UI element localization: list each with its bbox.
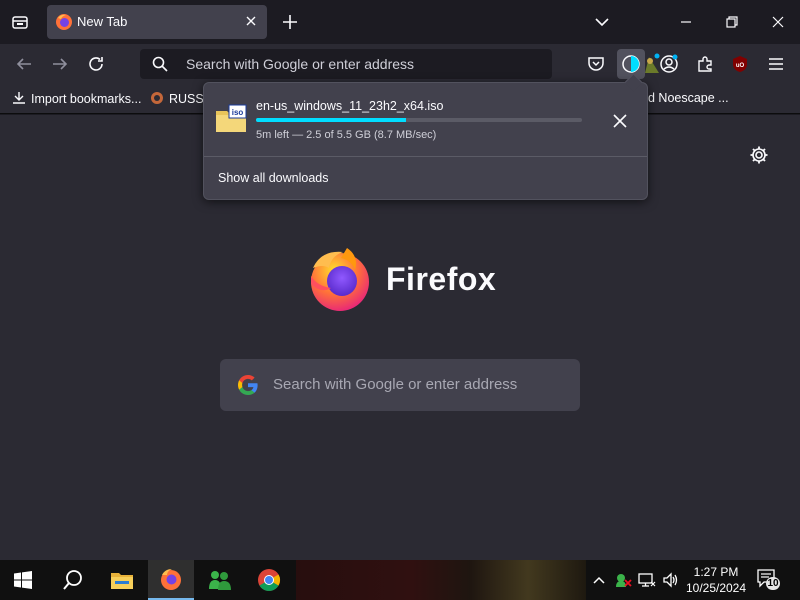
windows-taskbar: 1:27 PM 10/25/2024 10 [0,560,800,600]
taskbar-background [296,560,586,600]
restore-icon [726,16,738,28]
bookmark-import-label: Import bookmarks... [31,92,142,106]
bookmark-item-russi[interactable]: RUSSI [150,91,207,106]
taskbar-messenger[interactable] [197,560,243,600]
notification-count-badge: 10 [766,577,780,590]
messenger-icon [209,571,231,590]
bookmark-label: d Noescape ... [648,91,729,105]
pocket-icon [588,57,604,71]
tab-new-tab[interactable]: New Tab [47,5,267,39]
bookmark-label: RUSSI [169,92,208,106]
app-menu-button[interactable] [764,52,788,76]
downloads-icon [622,55,640,73]
puzzle-icon [698,56,712,72]
restore-button[interactable] [722,12,742,32]
chevron-up-icon [593,576,605,584]
start-button[interactable] [0,560,46,600]
svg-text:uO: uO [736,63,745,69]
import-icon [13,92,25,104]
account-icon [660,54,678,73]
show-all-downloads-button[interactable]: Show all downloads [218,171,329,185]
download-file-name[interactable]: en-us_windows_11_23h2_x64.iso [256,99,443,113]
bookmark-import[interactable]: Import bookmarks... [12,91,141,106]
chrome-icon [258,569,280,591]
taskbar-chrome[interactable] [246,560,292,600]
address-bar[interactable]: Search with Google or enter address [140,49,552,79]
account-button[interactable] [657,52,681,76]
tab-close-button[interactable] [243,13,259,29]
new-tab-search-input[interactable]: Search with Google or enter address [273,376,517,393]
tray-network-button[interactable] [636,560,658,600]
downloads-panel: iso en-us_windows_11_23h2_x64.iso 5m lef… [203,82,648,200]
tray-overflow-button[interactable] [589,560,609,600]
close-icon [613,114,627,128]
taskbar-search-button[interactable] [50,560,96,600]
clock-date: 10/25/2024 [685,581,747,595]
google-icon [238,375,258,395]
firefox-view-button[interactable] [8,10,32,34]
download-progress-bar [256,118,582,122]
clock-time: 1:27 PM [693,565,739,579]
ublock-icon: uO [733,56,747,72]
iso-file-icon: iso [215,103,247,133]
bookmark-favicon-icon [151,92,163,104]
gear-icon [750,146,768,164]
back-arrow-icon [16,58,31,70]
iso-file-label: iso [232,108,244,117]
url-input[interactable]: Search with Google or enter address [186,56,414,72]
pocket-button[interactable] [584,52,608,76]
bookmark-item-noescape[interactable]: d Noescape ... [648,91,729,105]
tray-app-icon[interactable] [612,560,634,600]
download-progress-fill [256,118,406,122]
download-status: 5m left — 2.5 of 5.5 GB (8.7 MB/sec) [256,129,437,141]
windows-start-icon [14,571,32,589]
firefox-view-icon [12,16,28,29]
firefox-icon [55,13,73,31]
extensions-button[interactable] [693,52,717,76]
menu-icon [769,58,783,70]
window-close-button[interactable] [768,12,788,32]
new-tab-search-box[interactable]: Search with Google or enter address [220,359,580,411]
firefox-wordmark: Firefox [386,261,497,297]
tray-status-icon [616,574,632,587]
search-icon [63,570,82,590]
file-explorer-icon [111,573,133,589]
panel-divider [204,156,647,157]
back-button[interactable] [12,52,36,76]
search-icon [152,56,168,72]
download-cancel-button[interactable] [610,111,630,131]
navigation-toolbar: Search with Google or enter address uO [0,44,800,84]
taskbar-firefox[interactable] [148,560,194,600]
chevron-down-icon [595,18,609,27]
tray-volume-button[interactable] [660,560,682,600]
new-tab-button[interactable] [278,10,302,34]
taskbar-clock[interactable]: 1:27 PM 10/25/2024 [684,564,748,596]
list-all-tabs-button[interactable] [592,12,612,32]
taskbar-file-explorer[interactable] [99,560,145,600]
network-icon [638,573,656,587]
firefox-logo [307,246,373,312]
minimize-button[interactable] [676,12,696,32]
firefox-window: New Tab Search with Google or enter addr… [0,0,800,600]
volume-icon [663,572,678,588]
plus-icon [283,15,297,29]
firefox-icon [161,569,181,590]
tab-strip: New Tab [0,0,800,44]
minimize-icon [681,21,691,23]
personalize-button[interactable] [749,145,769,165]
forward-arrow-icon [53,58,68,70]
reload-icon [89,57,103,71]
reload-button[interactable] [84,52,108,76]
close-icon [246,16,256,26]
close-icon [772,16,784,28]
action-center-button[interactable]: 10 [756,568,782,592]
forward-button[interactable] [48,52,72,76]
ublock-button[interactable]: uO [728,52,752,76]
tab-title: New Tab [77,14,128,29]
